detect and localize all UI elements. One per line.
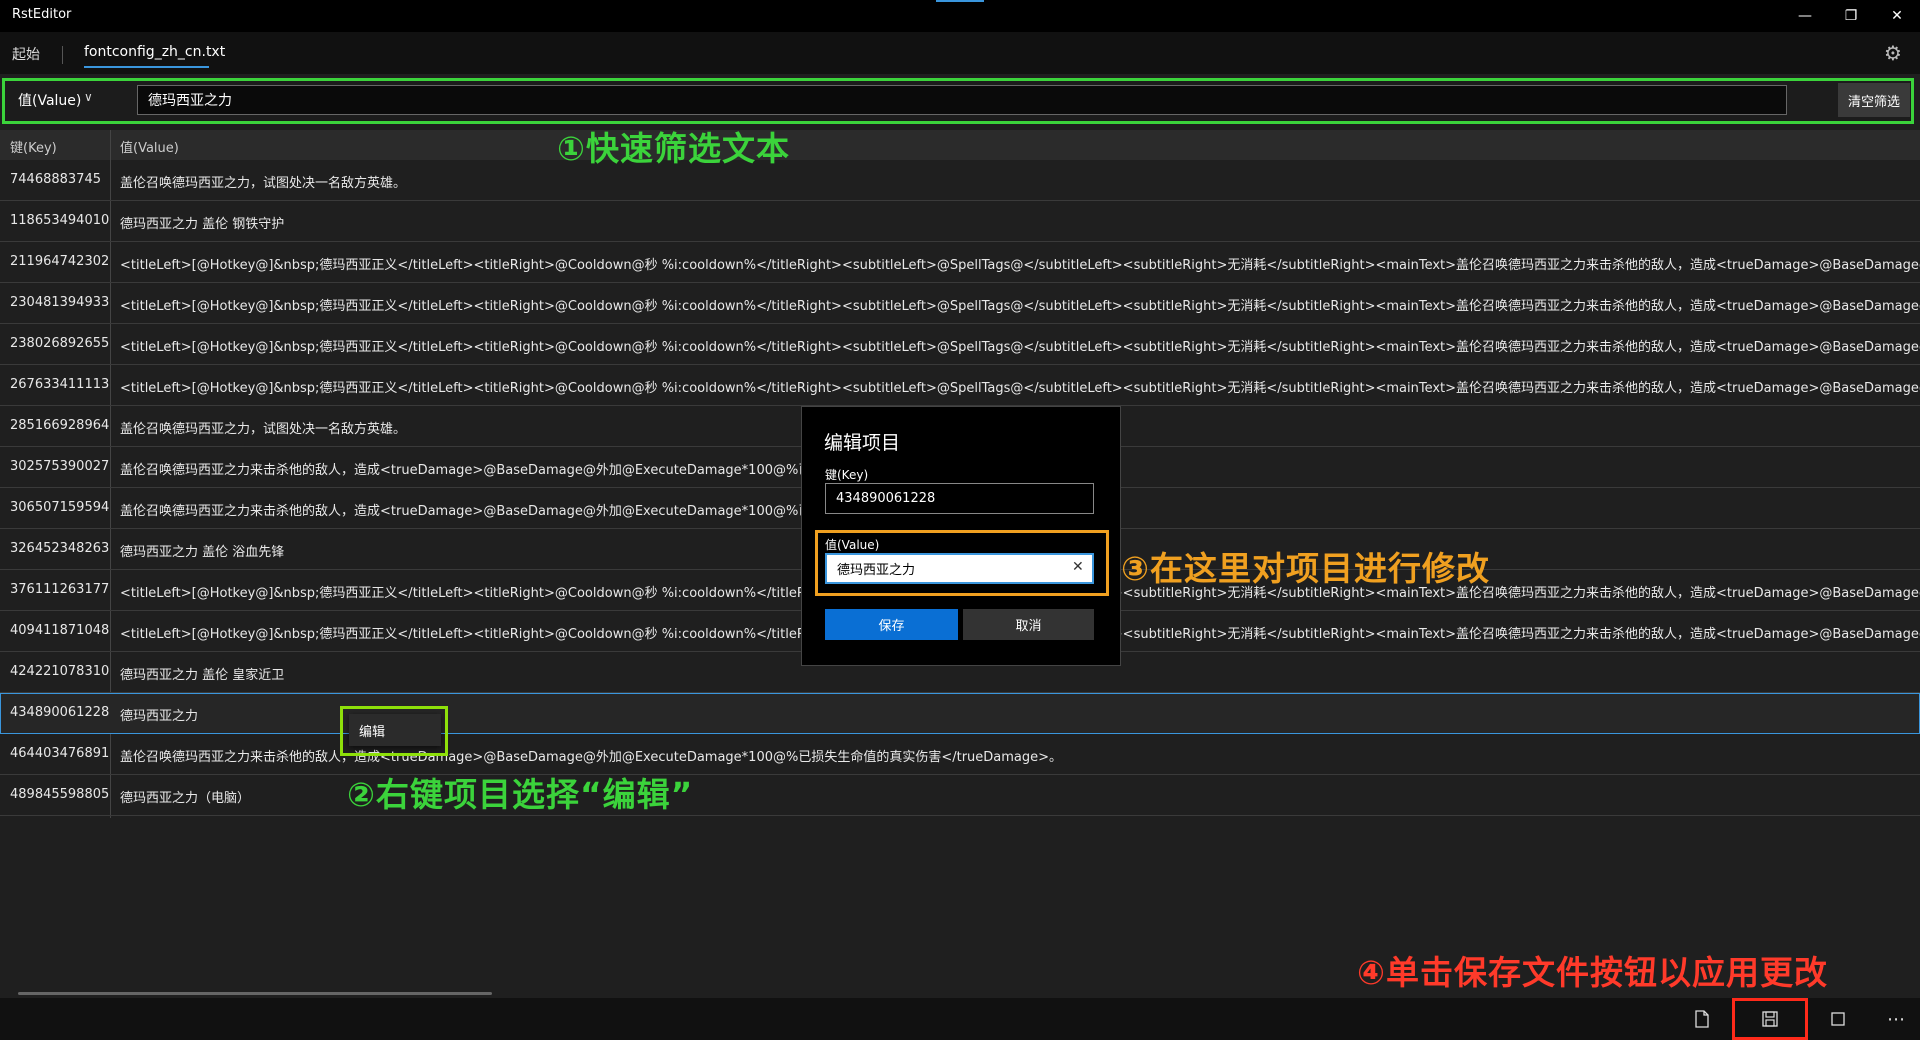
row-key: 464403476891 bbox=[10, 746, 110, 761]
row-value: 德玛西亚之力 盖伦 钢铁守护 bbox=[120, 217, 285, 232]
more-options-icon[interactable]: ⋯ bbox=[1876, 1002, 1916, 1036]
table-row[interactable]: 464403476891 盖伦召唤德玛西亚之力来击杀他的敌人，造成<trueDam… bbox=[0, 734, 1920, 775]
row-key: 211964742302 bbox=[10, 254, 110, 269]
row-key: 376111263177 bbox=[10, 582, 110, 597]
value-field-highlight bbox=[815, 530, 1109, 596]
annotation-step-4: ④单击保存文件按钮以应用更改 bbox=[1357, 953, 1828, 992]
bottom-command-bar bbox=[0, 998, 1920, 1040]
table-row-selected[interactable]: 434890061228 德玛西亚之力 bbox=[0, 693, 1920, 734]
row-key: 238026892655 bbox=[10, 336, 110, 351]
save-button-highlight bbox=[1732, 998, 1808, 1040]
row-value: 盖伦召唤德玛西亚之力，试图处决一名敌方英雄。 bbox=[120, 422, 407, 437]
clear-filter-button[interactable]: 清空筛选 bbox=[1838, 83, 1910, 117]
window-icon[interactable] bbox=[1818, 1002, 1858, 1036]
row-value: 德玛西亚之力 盖伦 浴血先锋 bbox=[120, 545, 285, 560]
row-value: <titleLeft>[@Hotkey@]&nbsp;德玛西亚正义</title… bbox=[120, 258, 1920, 273]
row-key: 434890061228 bbox=[10, 705, 110, 720]
row-key: 285166928964 bbox=[10, 418, 110, 433]
filter-input[interactable] bbox=[137, 85, 1787, 115]
table-row[interactable]: 230481394933 <titleLeft>[@Hotkey@]&nbsp;德… bbox=[0, 283, 1920, 324]
row-value: <titleLeft>[@Hotkey@]&nbsp;德玛西亚正义</title… bbox=[120, 299, 1920, 314]
context-menu-highlight bbox=[340, 706, 448, 756]
row-key: 409411871048 bbox=[10, 623, 110, 638]
table-row[interactable]: 211964742302 <titleLeft>[@Hotkey@]&nbsp;德… bbox=[0, 242, 1920, 283]
title-accent-bar bbox=[936, 0, 984, 2]
active-tab-indicator bbox=[84, 66, 209, 68]
row-key: 326452348263 bbox=[10, 541, 110, 556]
close-button[interactable]: ✕ bbox=[1874, 0, 1920, 32]
row-value: <titleLeft>[@Hotkey@]&nbsp;德玛西亚正义</title… bbox=[120, 381, 1920, 396]
annotation-step-3: ③在这里对项目进行修改 bbox=[1121, 549, 1490, 588]
annotation-step-2: ②右键项目选择“编辑” bbox=[347, 775, 694, 814]
key-field[interactable] bbox=[825, 483, 1094, 514]
app-title: RstEditor bbox=[12, 7, 72, 22]
tab-bar bbox=[0, 32, 1920, 74]
dialog-save-button[interactable]: 保存 bbox=[825, 609, 958, 640]
row-value: <titleLeft>[@Hotkey@]&nbsp;德玛西亚正义</title… bbox=[120, 340, 1920, 355]
row-value: 盖伦召唤德玛西亚之力来击杀他的敌人，造成<trueDamage>@BaseDam… bbox=[120, 750, 1063, 765]
row-value: 盖伦召唤德玛西亚之力，试图处决一名敌方英雄。 bbox=[120, 176, 407, 191]
row-value: 德玛西亚之力（电脑） bbox=[120, 791, 251, 806]
grid-header: 键(Key) 值(Value) bbox=[0, 130, 1920, 160]
row-key: 302575390027 bbox=[10, 459, 110, 474]
restore-button[interactable]: ❐ bbox=[1828, 0, 1874, 32]
tab-divider bbox=[62, 46, 63, 64]
new-file-icon[interactable] bbox=[1682, 1002, 1722, 1036]
column-header-key[interactable]: 键(Key) bbox=[10, 137, 57, 156]
chevron-down-icon[interactable]: ∨ bbox=[84, 90, 93, 104]
table-row[interactable]: 267633411113 <titleLeft>[@Hotkey@]&nbsp;德… bbox=[0, 365, 1920, 406]
row-key: 118653494010 bbox=[10, 213, 110, 228]
annotation-step-1: ①快速筛选文本 bbox=[557, 129, 790, 168]
row-value: 盖伦召唤德玛西亚之力来击杀他的敌人，造成<trueDamage>@BaseDam… bbox=[120, 504, 812, 519]
row-key: 74468883745 bbox=[10, 172, 101, 187]
row-value: 德玛西亚之力 bbox=[120, 709, 199, 724]
table-row[interactable]: 238026892655 <titleLeft>[@Hotkey@]&nbsp;德… bbox=[0, 324, 1920, 365]
column-header-value[interactable]: 值(Value) bbox=[120, 137, 179, 156]
title-bar bbox=[0, 0, 1920, 32]
gear-icon[interactable]: ⚙ bbox=[1884, 41, 1902, 65]
horizontal-scrollbar[interactable] bbox=[18, 992, 492, 995]
row-key: 230481394933 bbox=[10, 295, 110, 310]
row-key: 424221078310 bbox=[10, 664, 110, 679]
row-key: 306507159594 bbox=[10, 500, 110, 515]
dialog-cancel-button[interactable]: 取消 bbox=[963, 609, 1094, 640]
row-key: 267633411113 bbox=[10, 377, 110, 392]
tab-fontconfig-file[interactable]: fontconfig_zh_cn.txt bbox=[84, 44, 225, 60]
table-row[interactable]: 74468883745 盖伦召唤德玛西亚之力，试图处决一名敌方英雄。 bbox=[0, 160, 1920, 201]
row-value: 德玛西亚之力 盖伦 皇家近卫 bbox=[120, 668, 285, 683]
table-row[interactable]: 489845598805 德玛西亚之力（电脑） bbox=[0, 775, 1920, 816]
row-value: 盖伦召唤德玛西亚之力来击杀他的敌人，造成<trueDamage>@BaseDam… bbox=[120, 463, 812, 478]
tab-start[interactable]: 起始 bbox=[12, 44, 40, 64]
key-field-label: 键(Key) bbox=[825, 468, 869, 482]
row-key: 489845598805 bbox=[10, 787, 110, 802]
table-row[interactable]: 118653494010 德玛西亚之力 盖伦 钢铁守护 bbox=[0, 201, 1920, 242]
dialog-title: 编辑项目 bbox=[824, 432, 901, 454]
minimize-button[interactable]: — bbox=[1782, 0, 1828, 32]
filter-field-selector[interactable]: 值(Value) bbox=[18, 90, 81, 110]
